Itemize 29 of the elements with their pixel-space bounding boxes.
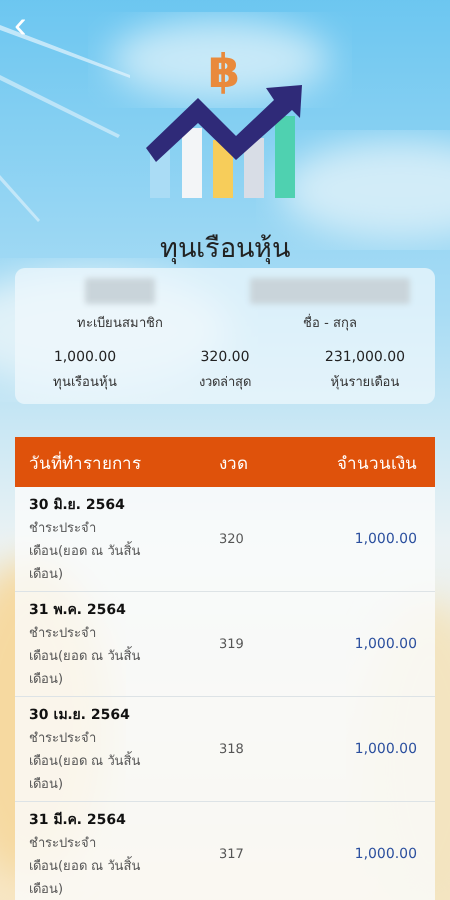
amount-cell-text: 1,000.00 [354,531,417,547]
column-header: จำนวนเงิน [336,452,417,476]
stat-label: งวดล่าสุด [199,374,251,392]
transaction-date: 31 พ.ค. 2564 [29,600,127,620]
amount-cell-text: 1,000.00 [354,846,417,862]
transaction-description: ชำระประจำเดือน(ยอด ณ วันสิ้นเดือน) [29,624,142,688]
stat-label: ทุนเรือนหุ้น [53,374,117,392]
field-label: ชื่อ - สกุล [303,312,357,333]
period-cell-text: 318 [218,742,245,756]
period-cell-text: 317 [218,846,245,862]
period-cell-text: 320 [218,532,245,546]
transaction-date: 30 เม.ย. 2564 [29,706,131,724]
period-cell-text: 319 [218,636,245,652]
stat-value: 1,000.00 [54,349,116,365]
transaction-description: ชำระประจำเดือน(ยอด ณ วันสิ้นเดือน) [29,730,142,794]
amount-cell-text: 1,000.00 [354,741,417,757]
column-header: งวด [218,452,249,476]
baht-symbol: ฿ [208,46,240,96]
transaction-date: 31 มี.ค. 2564 [29,810,127,830]
stat-value: 320.00 [200,349,250,365]
transaction-description: ชำระประจำเดือน(ยอด ณ วันสิ้นเดือน) [29,834,142,898]
page-title: ทุนเรือนหุ้น [159,232,291,266]
column-header: วันที่ทำรายการ [29,450,142,476]
field-label: ทะเบียนสมาชิก [77,314,163,333]
transaction-date: 30 มิ.ย. 2564 [29,496,126,514]
transaction-description: ชำระประจำเดือน(ยอด ณ วันสิ้นเดือน) [29,520,142,584]
amount-cell-text: 1,000.00 [354,636,417,652]
stat-value: 231,000.00 [324,349,406,365]
stat-label: หุ้นรายเดือน [330,374,400,392]
